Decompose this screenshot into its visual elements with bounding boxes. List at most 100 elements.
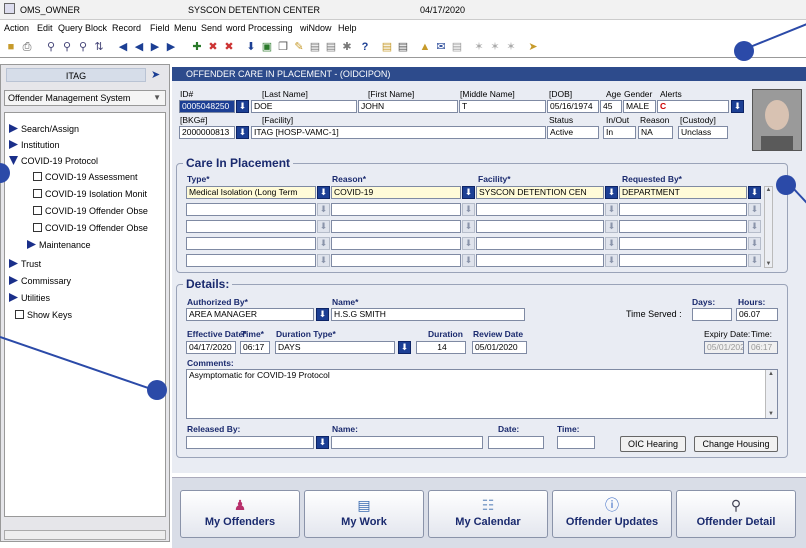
edit-icon[interactable]: ✎ — [292, 40, 306, 54]
care-vertical-scrollbar[interactable]: ▲ ▼ — [764, 186, 773, 268]
reason-lov-button[interactable]: ⬇ — [462, 186, 475, 199]
clear-record-icon[interactable]: ✖ — [222, 40, 236, 54]
type-field-empty[interactable] — [186, 203, 316, 216]
alerts-field[interactable]: C — [657, 100, 729, 113]
type-lov-button[interactable]: ⬇ — [317, 254, 330, 267]
facility-field[interactable]: SYSCON DETENTION CEN — [476, 186, 604, 199]
reason-lov-button[interactable]: ⬇ — [462, 254, 475, 267]
days-field[interactable] — [692, 308, 732, 321]
type-lov-button[interactable]: ⬇ — [317, 220, 330, 233]
tree-item-trust[interactable]: Trust — [9, 258, 41, 271]
requested-field-empty[interactable] — [619, 254, 747, 267]
list-values-icon[interactable]: ⬇ — [244, 40, 258, 54]
calendar-small-icon[interactable]: ▤ — [324, 40, 338, 54]
first-name-field[interactable]: JOHN — [358, 100, 458, 113]
offender-updates-button[interactable]: ⓘ Offender Updates — [552, 490, 672, 538]
reason-field-empty[interactable] — [331, 254, 461, 267]
copy-icon[interactable]: ❐ — [276, 40, 290, 54]
tree-item-search-assign[interactable]: Search/Assign — [9, 123, 79, 136]
insert-record-icon[interactable]: ✚ — [190, 40, 204, 54]
lock-icon[interactable]: ▣ — [260, 40, 274, 54]
facility-field-empty[interactable] — [476, 254, 604, 267]
my-offenders-button[interactable]: ♟ My Offenders — [180, 490, 300, 538]
reason-field-empty[interactable] — [331, 237, 461, 250]
facility-field-empty[interactable] — [476, 203, 604, 216]
system-dropdown[interactable]: Offender Management System ▼ — [4, 90, 166, 106]
tree-item-institution[interactable]: Institution — [9, 139, 60, 152]
execute-query-icon[interactable]: ⚲ — [60, 40, 74, 54]
first-record-icon[interactable]: ◀ — [116, 40, 130, 54]
released-lov-button[interactable]: ⬇ — [316, 436, 329, 449]
menu-send[interactable]: Send — [201, 23, 222, 33]
tree-horizontal-scrollbar[interactable] — [4, 530, 166, 540]
facility-lov-button[interactable]: ⬇ — [605, 203, 618, 216]
previous-record-icon[interactable]: ◀ — [132, 40, 146, 54]
type-lov-button[interactable]: ⬇ — [317, 186, 330, 199]
released-by-field[interactable] — [186, 436, 314, 449]
duration-type-field[interactable]: DAYS — [275, 341, 395, 354]
tree-item-maintenance[interactable]: Maintenance — [27, 239, 91, 252]
facility-lov-button[interactable]: ⬇ — [605, 237, 618, 250]
tree-item-covid-observation-1[interactable]: COVID-19 Offender Obse — [33, 205, 148, 218]
facility-lov-button[interactable]: ⬇ — [605, 220, 618, 233]
last-record-icon[interactable]: ▶ — [164, 40, 178, 54]
id-lov-button[interactable]: ⬇ — [236, 100, 249, 113]
authorized-name-field[interactable]: H.S.G SMITH — [331, 308, 525, 321]
facility-field-empty[interactable] — [476, 220, 604, 233]
facility-field-empty[interactable] — [476, 237, 604, 250]
sort-icon[interactable]: ⇅ — [92, 40, 106, 54]
last-name-field[interactable]: DOE — [251, 100, 357, 113]
scroll-up-icon[interactable]: ▲ — [765, 187, 772, 193]
middle-name-field[interactable]: T — [459, 100, 546, 113]
dob-field[interactable]: 05/16/1974 — [547, 100, 599, 113]
offender-id-field[interactable]: 0005048250 — [179, 100, 235, 113]
requested-lov-button[interactable]: ⬇ — [748, 186, 761, 199]
requested-lov-button[interactable]: ⬇ — [748, 203, 761, 216]
reason-lov-button[interactable]: ⬇ — [462, 203, 475, 216]
status-field[interactable]: Active — [547, 126, 599, 139]
help-icon[interactable]: ? — [358, 40, 372, 54]
report-icon[interactable]: ▤ — [380, 40, 394, 54]
authorized-lov-button[interactable]: ⬇ — [316, 308, 329, 321]
type-lov-button[interactable]: ⬇ — [317, 203, 330, 216]
delete-record-icon[interactable]: ✖ — [206, 40, 220, 54]
requested-lov-button[interactable]: ⬇ — [748, 254, 761, 267]
authorized-by-field[interactable]: AREA MANAGER — [186, 308, 314, 321]
requested-field-empty[interactable] — [619, 220, 747, 233]
menu-block[interactable]: Block — [85, 23, 107, 33]
released-time-field[interactable] — [557, 436, 595, 449]
scroll-down-icon[interactable]: ▼ — [768, 411, 774, 417]
exit-icon[interactable]: ➤ — [526, 40, 540, 54]
type-field[interactable]: Medical Isolation (Long Term — [186, 186, 316, 199]
group-icon[interactable]: ✶ — [488, 40, 502, 54]
type-field-empty[interactable] — [186, 237, 316, 250]
type-lov-button[interactable]: ⬇ — [317, 237, 330, 250]
oic-hearing-button[interactable]: OIC Hearing — [620, 436, 686, 452]
facility-lov-button[interactable]: ⬇ — [605, 254, 618, 267]
menu-help[interactable]: Help — [338, 23, 357, 33]
requested-lov-button[interactable]: ⬇ — [748, 237, 761, 250]
next-record-icon[interactable]: ▶ — [148, 40, 162, 54]
reason-field-empty[interactable] — [331, 203, 461, 216]
menu-edit[interactable]: Edit — [37, 23, 53, 33]
enter-query-icon[interactable]: ⚲ — [44, 40, 58, 54]
reason-field-empty[interactable] — [331, 220, 461, 233]
effective-time-field[interactable]: 06:17 — [240, 341, 270, 354]
gender-field[interactable]: MALE — [623, 100, 656, 113]
menu-record[interactable]: Record — [112, 23, 141, 33]
folder-icon[interactable]: ▲ — [418, 40, 432, 54]
my-work-button[interactable]: ▤ My Work — [304, 490, 424, 538]
bkg-field[interactable]: 2000000813 — [179, 126, 235, 139]
tree-item-covid-assessment[interactable]: COVID-19 Assessment — [33, 171, 138, 184]
menu-word-processing[interactable]: word Processing — [226, 23, 293, 33]
scroll-up-icon[interactable]: ▲ — [768, 371, 774, 377]
review-date-field[interactable]: 05/01/2020 — [472, 341, 527, 354]
type-field-empty[interactable] — [186, 254, 316, 267]
age-field[interactable]: 45 — [600, 100, 622, 113]
print-icon[interactable]: ⎙ — [20, 40, 34, 54]
inout-field[interactable]: In — [603, 126, 636, 139]
custody-field[interactable]: Unclass — [678, 126, 728, 139]
tree-item-covid-protocol[interactable]: COVID-19 Protocol — [9, 155, 98, 168]
save-icon[interactable]: ■ — [4, 40, 18, 54]
alerts-lov-button[interactable]: ⬇ — [731, 100, 744, 113]
